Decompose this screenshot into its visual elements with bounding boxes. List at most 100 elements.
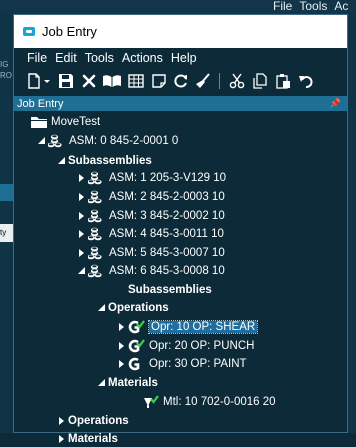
app-icon (23, 27, 35, 36)
delete-icon (82, 74, 96, 88)
panel-title: Job Entry (17, 97, 64, 110)
collapsed-arrow-icon[interactable] (116, 360, 128, 368)
assembly-icon (48, 134, 66, 148)
menu-file[interactable]: File (27, 51, 47, 65)
background-menu: File Tools Ac (266, 0, 348, 13)
tree-node[interactable]: Mtl: 10 702-0-0016 20 (130, 394, 276, 410)
tree-node-label: ASM: 2 845-2-0003 10 (109, 191, 225, 203)
tree-node-label: ASM: 0 845-2-0001 0 (69, 135, 179, 147)
menu-tools[interactable]: Tools (85, 51, 114, 65)
collapsed-arrow-icon[interactable] (56, 417, 68, 425)
cut-button[interactable] (228, 72, 246, 90)
tree-node[interactable]: ASM: 3 845-2-0002 10 (76, 208, 225, 224)
expanded-arrow-icon[interactable] (96, 379, 108, 387)
tree-node[interactable]: Opr: 10 OP: SHEAR (116, 319, 259, 335)
tree-node-label: Operations (68, 415, 129, 427)
open-book-icon (103, 75, 121, 87)
clear-icon (196, 73, 210, 88)
tree-node-label: ASM: 6 845-3-0008 10 (109, 265, 225, 277)
collapsed-arrow-icon[interactable] (76, 193, 88, 201)
job-entry-window: Job Entry File Edit Tools Actions Help J… (13, 14, 349, 445)
tree-node[interactable]: ASM: 5 845-3-0007 10 (76, 245, 225, 261)
tree-group-node[interactable]: Operations (56, 413, 129, 429)
tree-node-label: Subassemblies (128, 284, 212, 296)
operation-check-icon (128, 339, 146, 353)
bg-header-bar (0, 184, 14, 201)
menu-edit[interactable]: Edit (55, 51, 77, 65)
paste-button[interactable] (274, 72, 292, 90)
note-icon (152, 74, 166, 88)
expanded-arrow-icon[interactable] (36, 137, 48, 145)
bg-field-text: ty (0, 228, 7, 237)
bg-menu-actions[interactable]: Ac (334, 0, 348, 13)
cut-icon (229, 73, 245, 89)
tree-node[interactable]: ASM: 2 845-2-0003 10 (76, 189, 225, 205)
new-icon (28, 73, 50, 89)
note-button[interactable] (150, 72, 168, 90)
collapsed-arrow-icon[interactable] (76, 174, 88, 182)
menu-bar: File Edit Tools Actions Help (14, 49, 347, 66)
menu-help[interactable]: Help (171, 51, 197, 65)
expanded-arrow-icon[interactable] (96, 304, 108, 312)
clear-button[interactable] (194, 72, 212, 90)
tree-group-node[interactable]: Materials (96, 375, 158, 391)
assembly-icon (88, 171, 106, 185)
tree-group-node[interactable]: Subassemblies (56, 153, 152, 169)
bg-menu-file[interactable]: File (273, 0, 292, 13)
tree-node-label: Opr: 30 OP: PAINT (149, 358, 247, 370)
tree-node[interactable]: ASM: 4 845-3-0011 10 (76, 226, 224, 242)
collapsed-arrow-icon[interactable] (116, 342, 128, 350)
collapsed-arrow-icon[interactable] (76, 230, 88, 238)
undo-button[interactable] (297, 72, 315, 90)
copy-icon (253, 73, 267, 89)
delete-button[interactable] (80, 72, 98, 90)
tree-node-label: ASM: 5 845-3-0007 10 (109, 247, 225, 259)
collapsed-arrow-icon[interactable] (76, 212, 88, 220)
tree-node-label: MoveTest (51, 116, 101, 128)
tree-node-label: Materials (108, 377, 158, 389)
tree-node-label: Subassemblies (68, 155, 152, 167)
pin-icon[interactable]: 📌 (330, 98, 341, 109)
refresh-icon (174, 74, 187, 88)
bg-fragment: IG (0, 60, 9, 69)
assembly-icon (88, 246, 106, 260)
tree-node[interactable]: ASM: 0 845-2-0001 0 (36, 133, 178, 149)
tree-node[interactable]: Opr: 30 OP: PAINT (116, 356, 247, 372)
grid-icon (128, 74, 144, 88)
new-button[interactable] (26, 72, 52, 90)
operation-check-icon (128, 320, 146, 334)
assembly-icon (88, 190, 106, 204)
refresh-button[interactable] (172, 72, 190, 90)
background-menubar: File Tools Ac (0, 0, 356, 14)
copy-button[interactable] (251, 72, 269, 90)
tree-node-label: ASM: 3 845-2-0002 10 (109, 210, 225, 222)
collapsed-arrow-icon[interactable] (56, 435, 68, 443)
expanded-arrow-icon[interactable] (76, 267, 88, 275)
operation-icon (128, 357, 146, 371)
collapsed-arrow-icon[interactable] (116, 323, 128, 331)
collapsed-arrow-icon[interactable] (76, 249, 88, 257)
open-book-button[interactable] (102, 72, 122, 90)
menu-actions[interactable]: Actions (122, 51, 163, 65)
tree-group-node[interactable]: Operations (96, 300, 169, 316)
background-left-panel: IG RO ty (0, 14, 14, 433)
tree-group-node[interactable]: Subassemblies (116, 282, 212, 298)
material-check-icon (142, 395, 160, 409)
tree-node-label: ASM: 1 205-3-V129 10 (109, 172, 226, 184)
bg-menu-tools[interactable]: Tools (299, 0, 327, 13)
undo-icon (299, 76, 313, 88)
assembly-icon (88, 227, 106, 241)
tree-node[interactable]: Opr: 20 OP: PUNCH (116, 338, 254, 354)
tree-group-node[interactable]: Materials (56, 431, 118, 447)
toolbar (14, 70, 347, 92)
save-button[interactable] (57, 72, 75, 90)
grid-button[interactable] (127, 72, 145, 90)
tree-node[interactable]: MoveTest (18, 114, 100, 130)
expanded-arrow-icon[interactable] (56, 157, 68, 165)
title-bar[interactable]: Job Entry (14, 15, 347, 48)
panel-header: Job Entry 📌 (14, 96, 347, 111)
tree-node[interactable]: ASM: 6 845-3-0008 10 (76, 263, 225, 279)
assembly-icon (88, 209, 106, 223)
job-tree: MoveTest ASM: 0 845-2-0001 0 Subassemblies… (14, 111, 349, 445)
tree-node[interactable]: ASM: 1 205-3-V129 10 (76, 170, 226, 186)
